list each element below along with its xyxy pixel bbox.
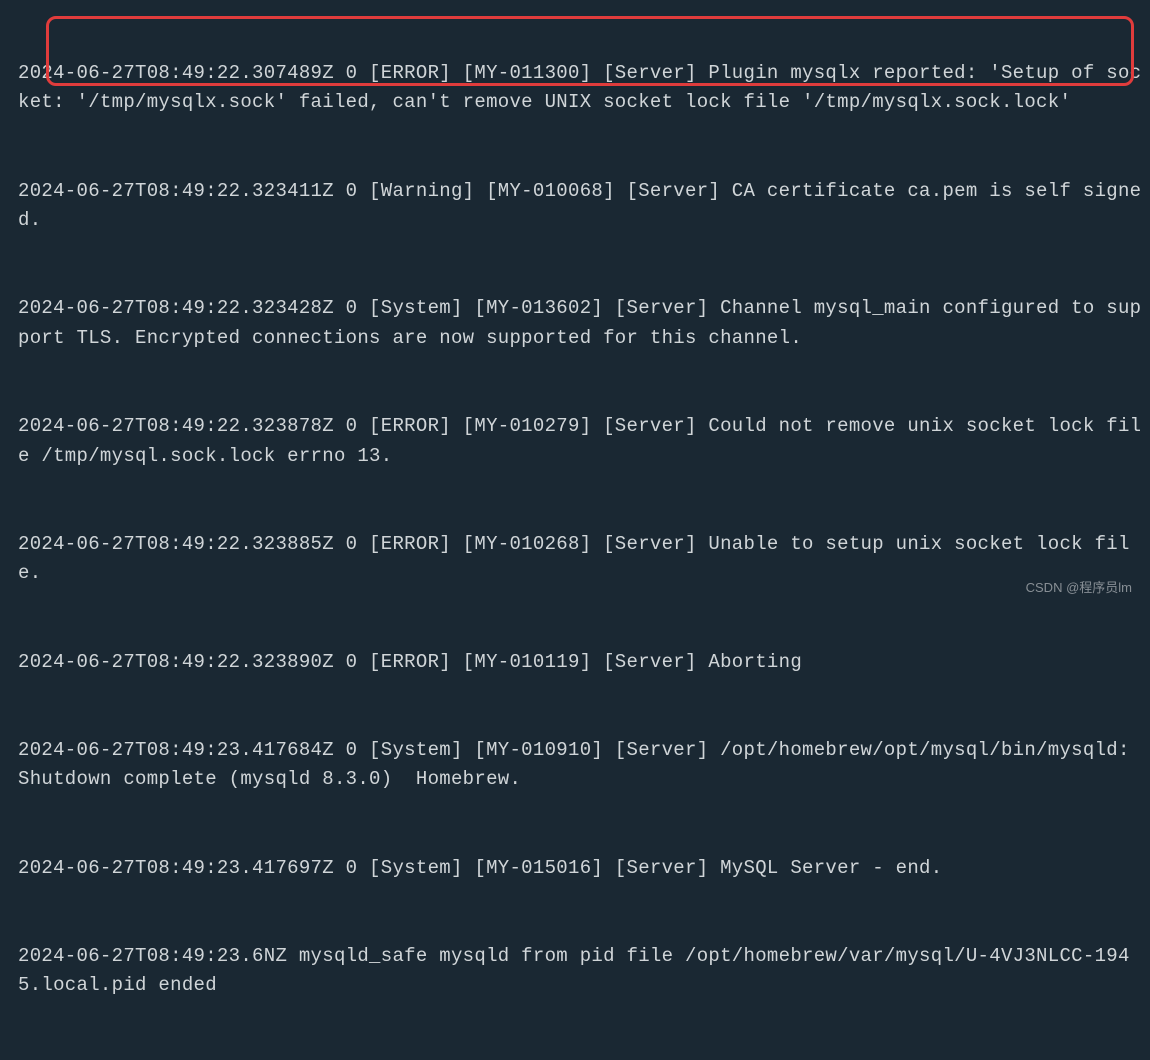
watermark-text: CSDN @程序员lm — [1026, 578, 1132, 598]
terminal-output[interactable]: 2024-06-27T08:49:22.307489Z 0 [ERROR] [M… — [0, 0, 1150, 1060]
log-line: 2024-06-27T08:49:22.323890Z 0 [ERROR] [M… — [18, 648, 1142, 677]
log-line: 2024-06-27T08:49:22.323411Z 0 [Warning] … — [18, 177, 1142, 236]
log-line: 2024-06-27T08:49:22.323885Z 0 [ERROR] [M… — [18, 530, 1142, 589]
log-line: 2024-06-27T08:49:23.6NZ mysqld_safe mysq… — [18, 942, 1142, 1001]
log-line: 2024-06-27T08:49:23.417684Z 0 [System] [… — [18, 736, 1142, 795]
log-line: 2024-06-27T08:49:23.417697Z 0 [System] [… — [18, 854, 1142, 883]
log-line: 2024-06-27T08:49:22.323428Z 0 [System] [… — [18, 294, 1142, 353]
log-line: 2024-06-27T08:49:22.323878Z 0 [ERROR] [M… — [18, 412, 1142, 471]
log-line: 2024-06-27T08:49:22.307489Z 0 [ERROR] [M… — [18, 59, 1142, 118]
